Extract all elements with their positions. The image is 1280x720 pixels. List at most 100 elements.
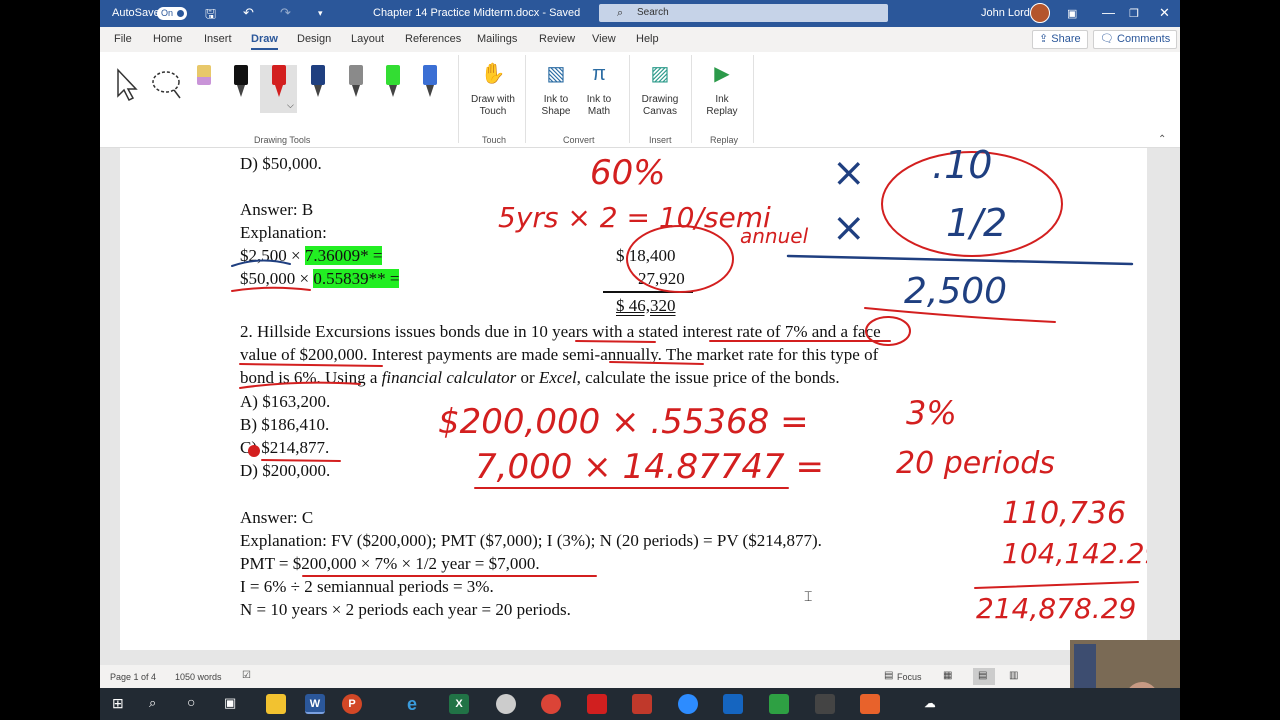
ink-text-rate: .10 [932, 148, 992, 187]
camtasia-icon[interactable] [769, 694, 789, 714]
photos-icon[interactable] [723, 694, 743, 714]
black-pen-icon[interactable] [234, 65, 248, 97]
group-touch: Touch [482, 135, 507, 145]
customize-toolbar-icon[interactable]: ▾ [318, 8, 323, 19]
excel-icon[interactable]: X [449, 694, 469, 714]
tab-help[interactable]: Help [636, 33, 659, 45]
user-name[interactable]: John Lord [981, 7, 1030, 19]
pen-options-icon[interactable]: ⌵ [287, 100, 294, 111]
tab-file[interactable]: File [114, 33, 132, 45]
ink-to-math-line2: Math [587, 106, 611, 117]
focus-icon[interactable]: ▤ [884, 670, 893, 681]
minimize-icon[interactable]: — [1102, 5, 1115, 20]
web-layout-icon[interactable]: ▥ [1009, 670, 1018, 681]
canvas-icon: ▨ [650, 63, 670, 85]
comments-button[interactable]: 🗨 Comments [1093, 30, 1178, 49]
group-convert: Convert [563, 135, 595, 145]
drawing-canvas-line1: Drawing [641, 94, 679, 105]
tab-design[interactable]: Design [297, 33, 331, 45]
document-title[interactable]: Chapter 14 Practice Midterm.docx - Saved [373, 7, 580, 19]
ink-text-20periods: 20 periods [896, 446, 1055, 481]
ink-circle-values [626, 225, 734, 293]
ink-text-110736: 110,736 [1002, 496, 1126, 531]
windows-start-icon[interactable]: ⊞ [112, 695, 124, 712]
pencil-tool-icon[interactable] [197, 65, 211, 97]
edge-icon[interactable]: e [402, 694, 422, 714]
document-page[interactable]: D) $50,000. Answer: B Explanation: $2,50… [120, 148, 1147, 650]
red-pen-icon[interactable] [272, 65, 286, 97]
drawing-canvas-button[interactable]: ▨ Drawing Canvas [633, 60, 687, 118]
task-view-icon[interactable]: ▣ [224, 695, 236, 711]
ink-to-math-button[interactable]: π Ink to Math [572, 60, 626, 118]
display-icon[interactable] [815, 694, 835, 714]
cortana-icon[interactable]: ○ [187, 694, 195, 710]
app-icon[interactable] [496, 694, 516, 714]
avatar[interactable] [1030, 3, 1050, 23]
green-highlighter-icon[interactable] [386, 65, 400, 97]
ink-underline-semiannual [609, 361, 704, 365]
blue-pen-icon[interactable] [311, 65, 325, 97]
ink-replay-button[interactable]: ▶ Ink Replay [695, 60, 749, 118]
acrobat-icon[interactable] [587, 694, 607, 714]
recorder-icon[interactable] [860, 694, 880, 714]
save-icon[interactable]: 🖫 [205, 5, 216, 27]
search-box[interactable]: ⌕ Search [599, 4, 888, 22]
replay-icon: ▶ [714, 63, 730, 85]
tab-view[interactable]: View [592, 33, 616, 45]
tab-home[interactable]: Home [153, 33, 182, 45]
status-bar: Page 1 of 4 1050 words ☑ ▤ Focus ▦ ▤ ▥ [100, 665, 1180, 688]
ribbon: ⌵ Drawing Tools ✋ Draw with Touch Touch … [100, 52, 1180, 148]
ribbon-separator [753, 55, 754, 143]
reader-icon[interactable] [632, 694, 652, 714]
collapse-ribbon-icon[interactable]: ⌃ [1158, 134, 1166, 145]
tab-layout[interactable]: Layout [351, 33, 384, 45]
comments-label: Comments [1117, 33, 1171, 45]
tab-review[interactable]: Review [539, 33, 575, 45]
focus-label[interactable]: Focus [897, 672, 922, 682]
word-count[interactable]: 1050 words [175, 672, 222, 682]
ribbon-separator [458, 55, 459, 143]
bookshelf [1074, 644, 1096, 692]
word-icon[interactable]: W [305, 694, 325, 714]
tab-references[interactable]: References [405, 33, 461, 45]
share-button[interactable]: ⇪ Share [1032, 30, 1088, 49]
file-explorer-icon[interactable] [266, 694, 286, 714]
draw-with-touch-button[interactable]: ✋ Draw with Touch [466, 60, 520, 118]
tab-insert[interactable]: Insert [204, 33, 232, 45]
ink-underline-10years [575, 340, 656, 343]
chrome-icon[interactable] [541, 694, 561, 714]
ink-underline-face [239, 363, 383, 367]
ribbon-separator [629, 55, 630, 143]
read-mode-icon[interactable]: ▦ [943, 670, 952, 681]
tab-mailings[interactable]: Mailings [477, 33, 517, 45]
search-icon[interactable]: ⌕ [149, 695, 156, 711]
ink-dot-c [248, 445, 260, 457]
draw-with-touch-line1: Draw with [471, 94, 515, 105]
ink-math-icon: π [592, 63, 606, 85]
weather-icon[interactable]: ☁ [920, 694, 940, 714]
ink-underline-answer [261, 459, 341, 462]
title-bar: AutoSave On 🖫 ↶ ↷ ▾ Chapter 14 Practice … [100, 0, 1180, 27]
gray-pen-icon[interactable] [349, 65, 363, 97]
powerpoint-icon[interactable]: P [342, 694, 362, 714]
search-placeholder: Search [637, 7, 669, 18]
redo-icon[interactable]: ↷ [280, 5, 291, 21]
autosave-toggle[interactable]: On [157, 7, 187, 20]
close-icon[interactable]: ✕ [1159, 5, 1170, 21]
document-area: D) $50,000. Answer: B Explanation: $2,50… [100, 148, 1180, 665]
undo-icon[interactable]: ↶ [243, 5, 254, 21]
tab-draw[interactable]: Draw [251, 33, 278, 50]
ribbon-display-icon[interactable]: ▣ [1067, 7, 1077, 20]
action-pen-icon[interactable] [423, 65, 437, 97]
lasso-select-icon[interactable] [150, 68, 186, 102]
autosave-label: AutoSave [112, 7, 160, 19]
ink-text-60: 60% [590, 153, 666, 193]
restore-icon[interactable]: ❐ [1129, 7, 1139, 20]
page-count[interactable]: Page 1 of 4 [110, 672, 156, 682]
ink-to-shape-line1: Ink to [543, 94, 569, 105]
ink-to-math-line1: Ink to [586, 94, 612, 105]
select-pointer-icon[interactable] [114, 68, 140, 102]
zoom-icon[interactable] [678, 694, 698, 714]
proofing-icon[interactable]: ☑ [242, 670, 251, 681]
print-layout-icon[interactable]: ▤ [978, 670, 987, 681]
